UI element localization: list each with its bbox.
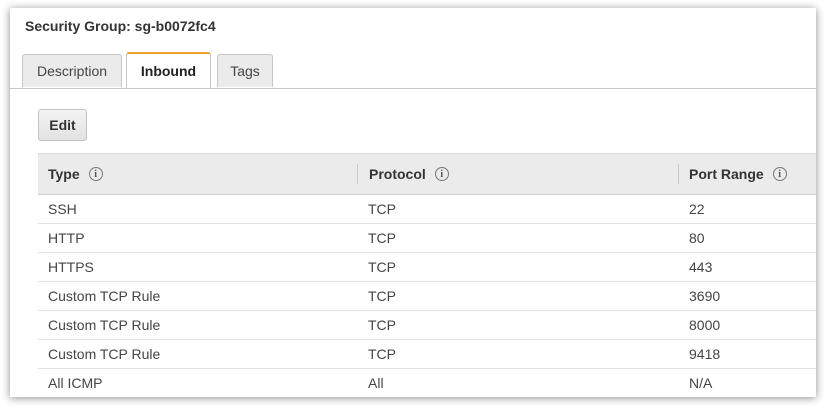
tab-inbound[interactable]: Inbound	[126, 52, 211, 88]
cell-type: SSH	[48, 201, 77, 217]
inbound-rules-table: Type i Protocol i Port Range i SSH TCP 2…	[38, 153, 816, 397]
security-group-panel: Security Group: sg-b0072fc4 Description …	[10, 8, 816, 397]
cell-type: Custom TCP Rule	[48, 346, 161, 362]
table-row[interactable]: Custom TCP Rule TCP 8000	[38, 311, 816, 340]
cell-port-range: N/A	[689, 375, 713, 391]
cell-protocol: TCP	[368, 346, 396, 362]
cell-port-range: 443	[689, 259, 713, 275]
column-header-label: Protocol	[369, 166, 426, 182]
cell-type: Custom TCP Rule	[48, 317, 161, 333]
info-icon[interactable]: i	[772, 167, 787, 181]
cell-port-range: 3690	[689, 288, 721, 304]
column-header-type[interactable]: Type i	[48, 154, 103, 194]
edit-button[interactable]: Edit	[38, 109, 87, 141]
cell-protocol: All	[368, 375, 384, 391]
column-divider[interactable]	[357, 164, 358, 184]
cell-type: Custom TCP Rule	[48, 288, 161, 304]
tab-bar: Description Inbound Tags	[10, 52, 816, 89]
table-row[interactable]: Custom TCP Rule TCP 9418	[38, 340, 816, 369]
cell-type: HTTP	[48, 230, 85, 246]
column-header-protocol[interactable]: Protocol i	[369, 154, 449, 194]
cell-port-range: 22	[689, 201, 705, 217]
column-header-port-range[interactable]: Port Range i	[689, 154, 787, 194]
panel-title: Security Group: sg-b0072fc4	[25, 18, 216, 34]
column-header-label: Port Range	[689, 166, 764, 182]
cell-type: All ICMP	[48, 375, 103, 391]
table-row[interactable]: SSH TCP 22	[38, 195, 816, 224]
tab-description[interactable]: Description	[22, 54, 122, 87]
cell-protocol: TCP	[368, 288, 396, 304]
table-header: Type i Protocol i Port Range i	[38, 153, 816, 195]
cell-port-range: 9418	[689, 346, 721, 362]
cell-protocol: TCP	[368, 201, 396, 217]
cell-protocol: TCP	[368, 259, 396, 275]
cell-protocol: TCP	[368, 317, 396, 333]
table-row[interactable]: HTTPS TCP 443	[38, 253, 816, 282]
cell-port-range: 80	[689, 230, 705, 246]
column-divider[interactable]	[678, 164, 679, 184]
info-icon[interactable]: i	[88, 167, 103, 181]
table-row[interactable]: HTTP TCP 80	[38, 224, 816, 253]
table-row[interactable]: All ICMP All N/A	[38, 369, 816, 397]
cell-port-range: 8000	[689, 317, 721, 333]
table-row[interactable]: Custom TCP Rule TCP 3690	[38, 282, 816, 311]
tab-tags[interactable]: Tags	[217, 54, 273, 87]
cell-protocol: TCP	[368, 230, 396, 246]
column-header-label: Type	[48, 166, 80, 182]
info-icon[interactable]: i	[434, 167, 449, 181]
cell-type: HTTPS	[48, 259, 94, 275]
